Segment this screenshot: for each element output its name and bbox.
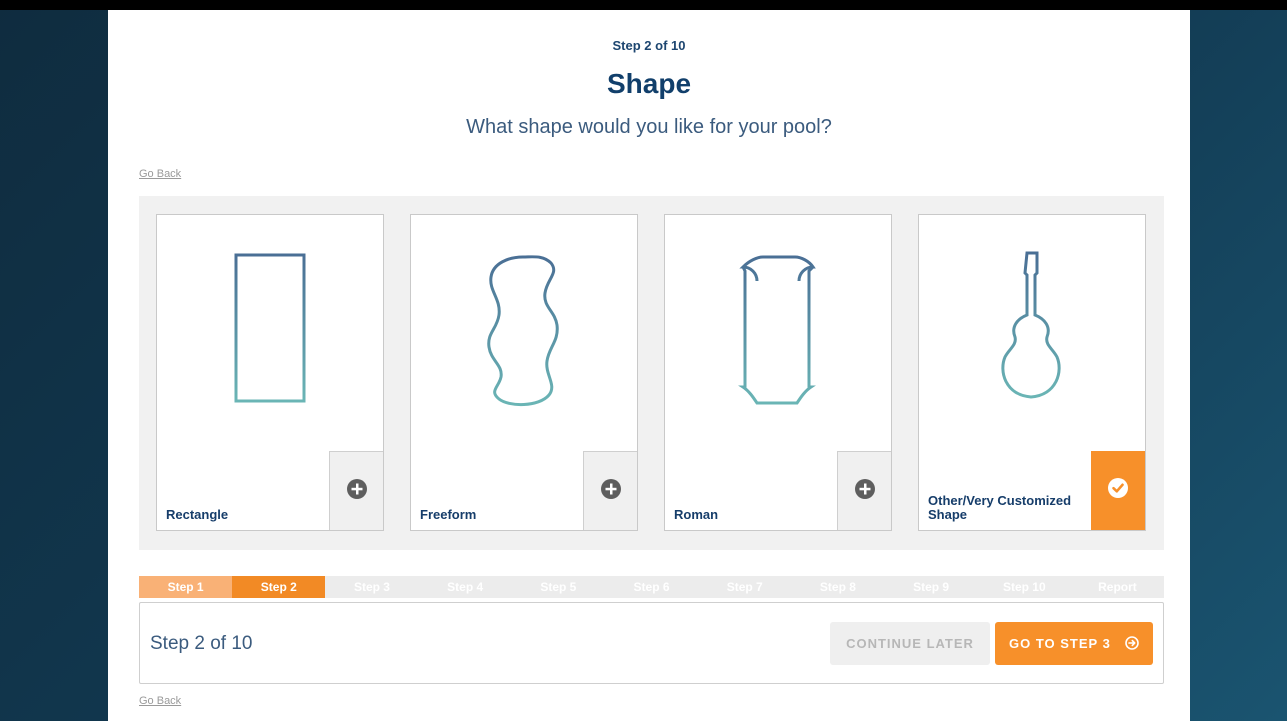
shape-card-label: Roman bbox=[674, 507, 719, 522]
shape-options: Rectangle Freeform Roman Other/Very Cust… bbox=[139, 196, 1164, 550]
shape-card-roman[interactable]: Roman bbox=[664, 214, 892, 531]
select-button[interactable] bbox=[837, 451, 891, 530]
shape-card-label: Other/Very Customized Shape bbox=[928, 493, 1072, 522]
main-panel: Step 2 of 10 Shape What shape would you … bbox=[108, 10, 1190, 721]
shape-card-rectangle[interactable]: Rectangle bbox=[156, 214, 384, 531]
progress-step-10: Step 10 bbox=[1002, 580, 1046, 594]
progress-step-9: Step 9 bbox=[913, 580, 950, 594]
check-circle-icon bbox=[1108, 478, 1128, 498]
go-back-link-top[interactable]: Go Back bbox=[139, 168, 181, 180]
step-indicator: Step 2 of 10 bbox=[612, 38, 686, 53]
select-button[interactable] bbox=[583, 451, 637, 530]
guitar-pool-icon bbox=[919, 215, 1145, 445]
progress-step-5: Step 5 bbox=[540, 580, 577, 594]
arrow-right-circle-icon bbox=[1125, 636, 1139, 650]
plus-circle-icon bbox=[601, 479, 621, 499]
select-button[interactable] bbox=[329, 451, 383, 530]
plus-circle-icon bbox=[347, 479, 367, 499]
shape-card-label: Rectangle bbox=[166, 507, 229, 522]
go-back-link-bottom[interactable]: Go Back bbox=[139, 695, 181, 707]
top-bar bbox=[0, 0, 1287, 10]
shape-card-other[interactable]: Other/Very Customized Shape bbox=[918, 214, 1146, 531]
roman-pool-icon bbox=[665, 215, 891, 445]
progress-step-1[interactable]: Step 1 bbox=[139, 576, 233, 598]
shape-card-freeform[interactable]: Freeform bbox=[410, 214, 638, 531]
next-step-button[interactable]: GO TO STEP 3 bbox=[995, 622, 1153, 665]
next-step-label: GO TO STEP 3 bbox=[1009, 636, 1111, 651]
step-progress-bar: Step 1 Step 2 Step 3 Step 4 Step 5 Step … bbox=[139, 576, 1164, 598]
progress-step-6: Step 6 bbox=[633, 580, 670, 594]
progress-step-4: Step 4 bbox=[447, 580, 484, 594]
plus-circle-icon bbox=[855, 479, 875, 499]
shape-card-label: Freeform bbox=[420, 507, 477, 522]
rectangle-pool-icon bbox=[157, 215, 383, 445]
progress-step-3: Step 3 bbox=[353, 580, 390, 594]
footer-navigation: Step 2 of 10 CONTINUE LATER GO TO STEP 3 bbox=[139, 602, 1164, 684]
freeform-pool-icon bbox=[411, 215, 637, 445]
progress-step-2[interactable]: Step 2 bbox=[232, 576, 326, 598]
footer-step-text: Step 2 of 10 bbox=[150, 633, 253, 654]
page-subtitle: What shape would you like for your pool? bbox=[466, 116, 832, 138]
continue-later-button[interactable]: CONTINUE LATER bbox=[830, 622, 990, 665]
progress-step-7: Step 7 bbox=[726, 580, 763, 594]
select-button[interactable] bbox=[1091, 451, 1145, 530]
progress-step-8: Step 8 bbox=[819, 580, 856, 594]
page-title: Shape bbox=[606, 68, 692, 99]
progress-step-report: Report bbox=[1098, 580, 1137, 594]
